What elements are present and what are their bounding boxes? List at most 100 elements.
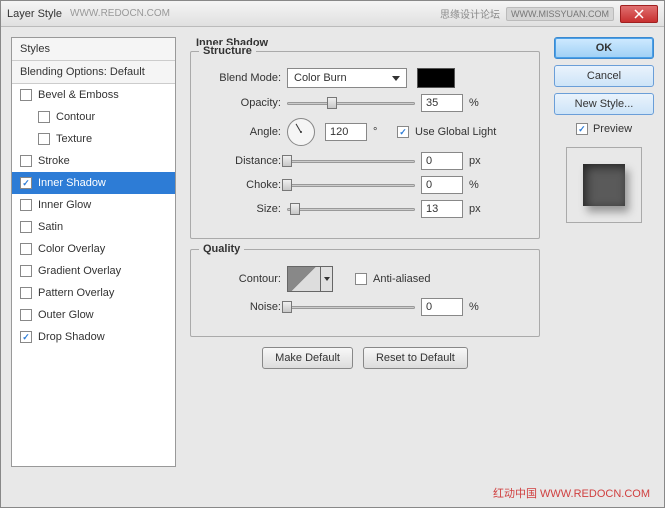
watermark-bottom: 红动中国 WWW.REDOCN.COM xyxy=(493,485,650,501)
ok-button[interactable]: OK xyxy=(554,37,654,59)
style-item-texture[interactable]: Texture xyxy=(12,128,175,150)
distance-slider[interactable] xyxy=(287,154,415,168)
style-checkbox[interactable] xyxy=(20,199,32,211)
styles-list: Styles Blending Options: Default Bevel &… xyxy=(11,37,176,467)
choke-slider[interactable] xyxy=(287,178,415,192)
anti-aliased-checkbox[interactable] xyxy=(355,273,367,285)
style-label: Satin xyxy=(38,221,63,233)
styles-header[interactable]: Styles xyxy=(12,38,175,61)
chevron-down-icon xyxy=(392,76,400,81)
style-label: Color Overlay xyxy=(38,243,105,255)
quality-group: Quality Contour: Anti-aliased Noise: 0 % xyxy=(190,249,540,337)
style-label: Stroke xyxy=(38,155,70,167)
style-item-contour[interactable]: Contour xyxy=(12,106,175,128)
distance-label: Distance: xyxy=(203,155,281,167)
noise-input[interactable]: 0 xyxy=(421,298,463,316)
noise-slider[interactable] xyxy=(287,300,415,314)
choke-label: Choke: xyxy=(203,179,281,191)
opacity-unit: % xyxy=(469,97,487,109)
preview-checkbox[interactable] xyxy=(576,123,588,135)
size-unit: px xyxy=(469,203,487,215)
choke-input[interactable]: 0 xyxy=(421,176,463,194)
quality-legend: Quality xyxy=(199,243,244,255)
style-item-inner-glow[interactable]: Inner Glow xyxy=(12,194,175,216)
blend-mode-value: Color Burn xyxy=(294,72,347,84)
structure-legend: Structure xyxy=(199,45,256,57)
size-input[interactable]: 13 xyxy=(421,200,463,218)
structure-group: Structure Blend Mode: Color Burn Opacity… xyxy=(190,51,540,239)
style-checkbox[interactable] xyxy=(20,265,32,277)
style-checkbox[interactable] xyxy=(20,155,32,167)
close-button[interactable] xyxy=(620,5,658,23)
opacity-label: Opacity: xyxy=(203,97,281,109)
use-global-light-label: Use Global Light xyxy=(415,126,496,138)
style-checkbox[interactable] xyxy=(20,221,32,233)
distance-input[interactable]: 0 xyxy=(421,152,463,170)
chevron-down-icon xyxy=(324,277,330,281)
style-label: Outer Glow xyxy=(38,309,94,321)
titlebar: Layer Style WWW.REDOCN.COM 思缘设计论坛 WWW.MI… xyxy=(1,1,664,27)
choke-unit: % xyxy=(469,179,487,191)
angle-input[interactable]: 120 xyxy=(325,123,367,141)
preview-swatch xyxy=(583,164,625,206)
watermark-top-left: WWW.REDOCN.COM xyxy=(70,8,170,19)
style-label: Bevel & Emboss xyxy=(38,89,119,101)
opacity-slider[interactable] xyxy=(287,96,415,110)
style-checkbox[interactable] xyxy=(20,309,32,321)
angle-label: Angle: xyxy=(203,126,281,138)
main-panel: Inner Shadow Structure Blend Mode: Color… xyxy=(186,37,544,467)
style-item-pattern-overlay[interactable]: Pattern Overlay xyxy=(12,282,175,304)
preview-thumbnail xyxy=(566,147,642,223)
style-label: Inner Glow xyxy=(38,199,91,211)
style-checkbox[interactable] xyxy=(20,287,32,299)
style-item-inner-shadow[interactable]: Inner Shadow xyxy=(12,172,175,194)
style-item-color-overlay[interactable]: Color Overlay xyxy=(12,238,175,260)
style-checkbox[interactable] xyxy=(20,331,32,343)
anti-aliased-label: Anti-aliased xyxy=(373,273,430,285)
style-label: Inner Shadow xyxy=(38,177,106,189)
size-label: Size: xyxy=(203,203,281,215)
cancel-button[interactable]: Cancel xyxy=(554,65,654,87)
blend-mode-label: Blend Mode: xyxy=(203,72,281,84)
style-item-bevel-emboss[interactable]: Bevel & Emboss xyxy=(12,84,175,106)
style-checkbox[interactable] xyxy=(20,89,32,101)
style-label: Contour xyxy=(56,111,95,123)
watermark-top-url: WWW.MISSYUAN.COM xyxy=(506,7,614,21)
blending-options-row[interactable]: Blending Options: Default xyxy=(12,61,175,84)
preview-label: Preview xyxy=(593,123,632,135)
shadow-color-swatch[interactable] xyxy=(417,68,455,88)
style-checkbox[interactable] xyxy=(20,243,32,255)
noise-unit: % xyxy=(469,301,487,313)
angle-dial[interactable] xyxy=(287,118,315,146)
style-item-drop-shadow[interactable]: Drop Shadow xyxy=(12,326,175,348)
contour-dropdown[interactable] xyxy=(321,266,333,292)
watermark-top-cn: 思缘设计论坛 xyxy=(440,6,500,21)
blend-mode-select[interactable]: Color Burn xyxy=(287,68,407,88)
reset-to-default-button[interactable]: Reset to Default xyxy=(363,347,468,369)
style-label: Gradient Overlay xyxy=(38,265,121,277)
style-checkbox[interactable] xyxy=(20,177,32,189)
layer-style-dialog: Layer Style WWW.REDOCN.COM 思缘设计论坛 WWW.MI… xyxy=(0,0,665,508)
style-label: Pattern Overlay xyxy=(38,287,114,299)
right-panel: OK Cancel New Style... Preview xyxy=(554,37,654,467)
close-icon xyxy=(634,9,644,19)
noise-label: Noise: xyxy=(203,301,281,313)
distance-unit: px xyxy=(469,155,487,167)
opacity-input[interactable]: 35 xyxy=(421,94,463,112)
style-item-stroke[interactable]: Stroke xyxy=(12,150,175,172)
style-checkbox[interactable] xyxy=(38,133,50,145)
new-style-button[interactable]: New Style... xyxy=(554,93,654,115)
style-item-gradient-overlay[interactable]: Gradient Overlay xyxy=(12,260,175,282)
size-slider[interactable] xyxy=(287,202,415,216)
make-default-button[interactable]: Make Default xyxy=(262,347,353,369)
style-item-satin[interactable]: Satin xyxy=(12,216,175,238)
style-label: Texture xyxy=(56,133,92,145)
style-item-outer-glow[interactable]: Outer Glow xyxy=(12,304,175,326)
use-global-light-checkbox[interactable] xyxy=(397,126,409,138)
style-label: Drop Shadow xyxy=(38,331,105,343)
contour-label: Contour: xyxy=(203,273,281,285)
style-checkbox[interactable] xyxy=(38,111,50,123)
window-title: Layer Style xyxy=(7,8,62,20)
angle-unit: ° xyxy=(373,126,391,138)
contour-picker[interactable] xyxy=(287,266,321,292)
